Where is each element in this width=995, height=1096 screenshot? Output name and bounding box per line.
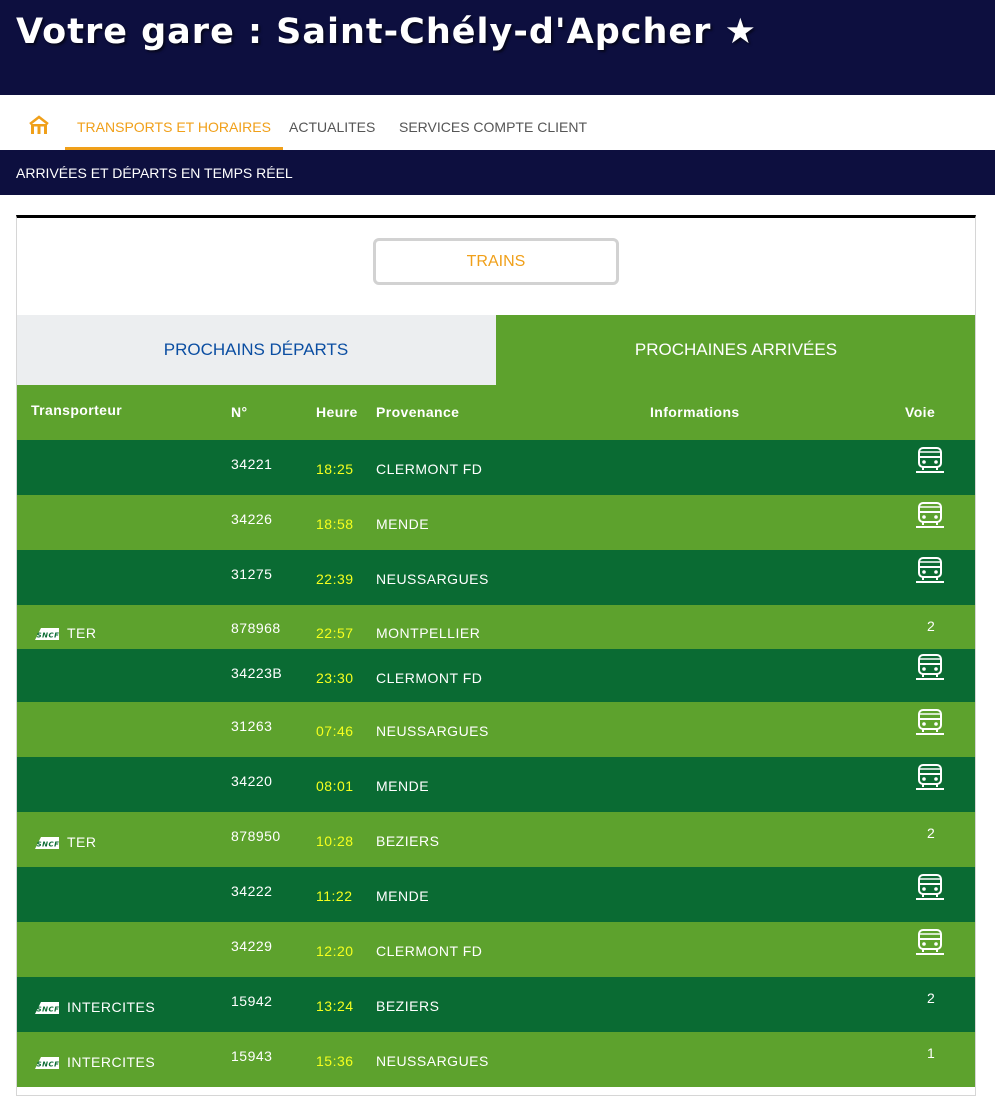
bus-icon <box>915 501 945 529</box>
cell-voie: 2 <box>927 990 936 1006</box>
cell-heure: 10:28 <box>316 833 354 849</box>
table-row[interactable]: 34221 18:25 CLERMONT FD <box>17 440 975 495</box>
svg-text:SNCF: SNCF <box>37 1061 60 1069</box>
bus-icon <box>915 708 945 736</box>
tab-services-compte-client[interactable]: SERVICES COMPTE CLIENT <box>387 95 599 150</box>
cell-voie: 1 <box>927 1045 936 1061</box>
cell-provenance: NEUSSARGUES <box>376 723 489 739</box>
cell-heure: 22:39 <box>316 571 354 587</box>
sncf-logo-icon: SNCF <box>34 1056 60 1070</box>
column-header-numero: N° <box>231 404 248 420</box>
cell-provenance: CLERMONT FD <box>376 461 483 477</box>
cell-numero: 34223B <box>231 665 283 681</box>
cell-provenance: MENDE <box>376 888 430 904</box>
cell-numero: 34222 <box>231 883 273 899</box>
cell-numero: 34220 <box>231 773 273 789</box>
cell-heure: 12:20 <box>316 943 354 959</box>
cell-numero: 878968 <box>231 620 281 636</box>
cell-voie: 2 <box>927 825 936 841</box>
cell-heure: 07:46 <box>316 723 354 739</box>
board-tabs: PROCHAINS DÉPARTS PROCHAINES ARRIVÉES <box>17 315 975 385</box>
cell-numero: 878950 <box>231 828 281 844</box>
table-header: Transporteur N° Heure Provenance Informa… <box>17 385 975 440</box>
bus-icon <box>915 653 945 681</box>
table-row[interactable]: SNCF INTERCITES 15942 13:24 BEZIERS 2 <box>17 977 975 1032</box>
svg-text:SNCF: SNCF <box>37 632 60 640</box>
sub-nav: ARRIVÉES ET DÉPARTS EN TEMPS RÉEL <box>0 150 995 195</box>
cell-transporteur: TER <box>67 834 97 850</box>
tab-prochains-departs[interactable]: PROCHAINS DÉPARTS <box>17 315 496 385</box>
table-row[interactable]: SNCF TER 878950 10:28 BEZIERS 2 <box>17 812 975 867</box>
board-panel: TRAINS PROCHAINS DÉPARTS PROCHAINES ARRI… <box>16 215 976 1096</box>
table-row[interactable]: 34226 18:58 MENDE <box>17 495 975 550</box>
table-row[interactable]: 31263 07:46 NEUSSARGUES <box>17 702 975 757</box>
cell-voie: 2 <box>927 618 936 634</box>
sncf-logo-icon: SNCF <box>34 836 60 850</box>
cell-heure: 23:30 <box>316 670 354 686</box>
cell-numero: 31263 <box>231 718 273 734</box>
column-header-transporteur: Transporteur <box>31 402 123 418</box>
sncf-logo-icon: SNCF <box>34 1001 60 1015</box>
page-title: Votre gare : Saint-Chély-d'Apcher ★ <box>16 12 757 52</box>
cell-heure: 11:22 <box>316 888 353 904</box>
column-header-heure: Heure <box>316 404 358 420</box>
cell-heure: 18:25 <box>316 461 354 477</box>
svg-text:SNCF: SNCF <box>37 1006 60 1014</box>
cell-provenance: BEZIERS <box>376 998 440 1014</box>
cell-provenance: CLERMONT FD <box>376 670 483 686</box>
table-row[interactable]: 34229 12:20 CLERMONT FD <box>17 922 975 977</box>
table-row[interactable]: 34223B 23:30 CLERMONT FD <box>17 649 975 702</box>
bus-icon <box>915 928 945 956</box>
bus-icon <box>915 763 945 791</box>
cell-provenance: NEUSSARGUES <box>376 1053 489 1069</box>
cell-numero: 34226 <box>231 511 273 527</box>
cell-provenance: CLERMONT FD <box>376 943 483 959</box>
cell-transporteur: INTERCITES <box>67 999 156 1015</box>
table-row[interactable]: SNCF TER 878968 22:57 MONTPELLIER 2 <box>17 605 975 649</box>
column-header-provenance: Provenance <box>376 404 460 420</box>
tab-actualites[interactable]: ACTUALITES <box>277 95 387 150</box>
bus-icon <box>915 556 945 584</box>
subnav-item-temps-reel[interactable]: ARRIVÉES ET DÉPARTS EN TEMPS RÉEL <box>16 165 293 181</box>
cell-provenance: NEUSSARGUES <box>376 571 489 587</box>
trains-button[interactable]: TRAINS <box>373 238 619 285</box>
tab-prochaines-arrivees[interactable]: PROCHAINES ARRIVÉES <box>496 315 975 385</box>
cell-numero: 15943 <box>231 1048 273 1064</box>
cell-provenance: BEZIERS <box>376 833 440 849</box>
cell-provenance: MONTPELLIER <box>376 625 481 641</box>
cell-numero: 15942 <box>231 993 273 1009</box>
cell-numero: 34229 <box>231 938 273 954</box>
cell-numero: 31275 <box>231 566 273 582</box>
main-nav: TRANSPORTS ET HORAIRES ACTUALITES SERVIC… <box>0 95 995 150</box>
svg-text:SNCF: SNCF <box>37 841 60 849</box>
cell-transporteur: TER <box>67 625 97 641</box>
cell-provenance: MENDE <box>376 516 430 532</box>
home-icon[interactable] <box>28 115 50 135</box>
cell-heure: 22:57 <box>316 625 354 641</box>
cell-heure: 13:24 <box>316 998 354 1014</box>
tab-transports-horaires[interactable]: TRANSPORTS ET HORAIRES <box>65 95 283 150</box>
column-header-informations: Informations <box>650 404 740 420</box>
bus-icon <box>915 873 945 901</box>
bus-icon <box>915 446 945 474</box>
cell-heure: 08:01 <box>316 778 354 794</box>
table-row[interactable]: 34222 11:22 MENDE <box>17 867 975 922</box>
cell-heure: 18:58 <box>316 516 354 532</box>
table-row[interactable]: SNCF INTERCITES 15943 15:36 NEUSSARGUES 1 <box>17 1032 975 1087</box>
cell-heure: 15:36 <box>316 1053 354 1069</box>
table-row[interactable]: 31275 22:39 NEUSSARGUES <box>17 550 975 605</box>
page-header: Votre gare : Saint-Chély-d'Apcher ★ <box>0 0 995 95</box>
column-header-voie: Voie <box>905 404 936 420</box>
cell-numero: 34221 <box>231 456 273 472</box>
table-row[interactable]: 34220 08:01 MENDE <box>17 757 975 812</box>
cell-transporteur: INTERCITES <box>67 1054 156 1070</box>
cell-provenance: MENDE <box>376 778 430 794</box>
sncf-logo-icon: SNCF <box>34 627 60 641</box>
